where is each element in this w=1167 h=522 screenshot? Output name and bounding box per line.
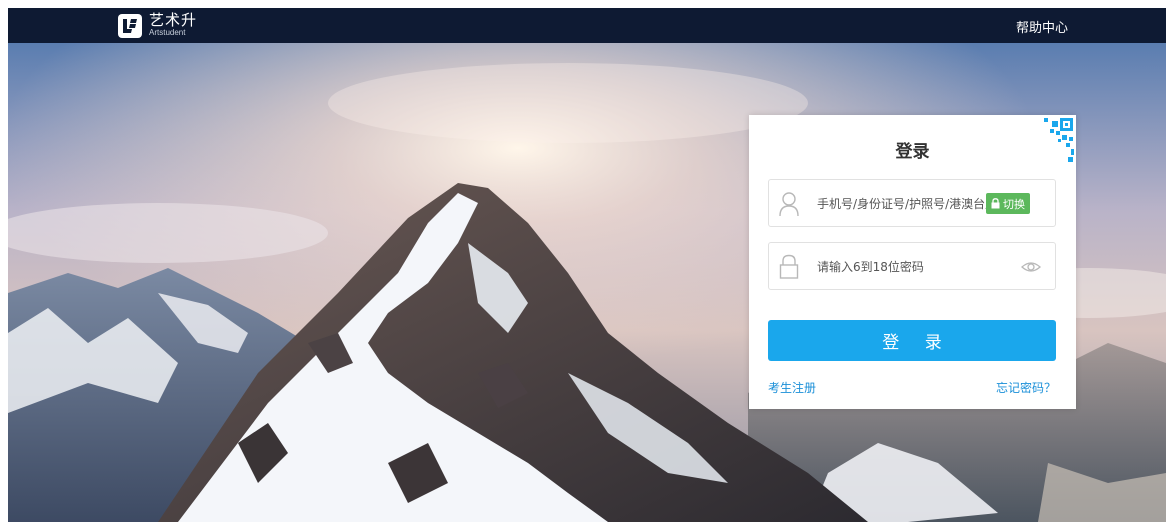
account-field: 切换 <box>768 179 1056 227</box>
user-icon <box>779 192 799 217</box>
login-button[interactable]: 登 录 <box>768 320 1056 361</box>
login-card: 登录 切换 <box>749 115 1076 409</box>
eye-icon[interactable] <box>1021 259 1041 275</box>
logo-title: 艺术升 <box>149 11 198 29</box>
switch-login-button[interactable]: 切换 <box>986 193 1030 214</box>
lock-icon <box>779 254 799 279</box>
forgot-password-link[interactable]: 忘记密码？ <box>996 379 1056 396</box>
logo-subtitle: Artstudent <box>149 28 186 37</box>
top-navbar: 艺术升 Artstudent 帮助中心 <box>8 8 1166 43</box>
logo-text: 艺术升 Artstudent <box>149 13 197 38</box>
login-title: 登录 <box>895 142 930 162</box>
password-field <box>768 242 1056 290</box>
password-input[interactable] <box>817 256 992 278</box>
register-link[interactable]: 考生注册 <box>768 379 816 396</box>
lock-small-icon <box>991 198 1000 209</box>
account-input[interactable] <box>817 193 992 215</box>
switch-label: 切换 <box>1003 197 1025 211</box>
help-center-link[interactable]: 帮助中心 <box>1016 17 1068 36</box>
logo[interactable]: 艺术升 Artstudent <box>118 13 197 38</box>
artstudent-logo-icon <box>118 13 142 38</box>
page: 艺术升 Artstudent 帮助中心 登录 手机号/身份证号/护照号/港澳台居… <box>8 8 1166 522</box>
